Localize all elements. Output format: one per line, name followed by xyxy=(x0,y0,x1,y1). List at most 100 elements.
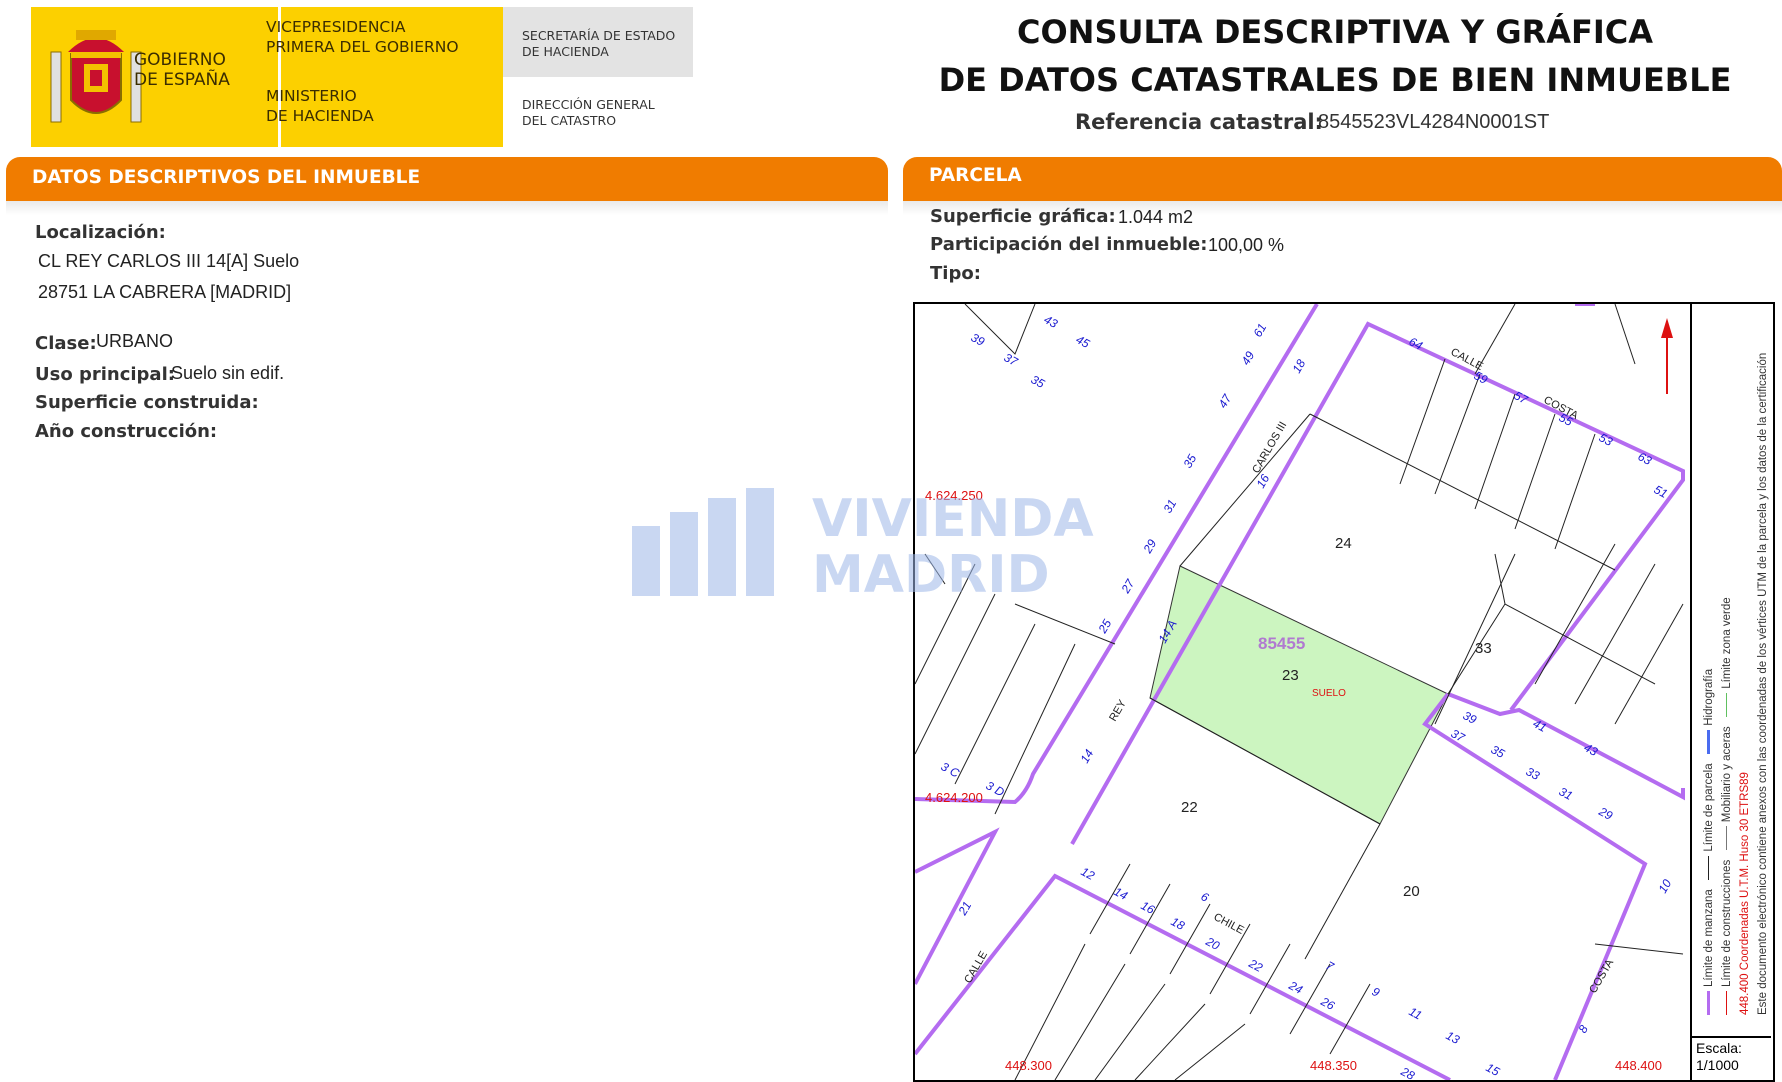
legend-item: Límite de manzana xyxy=(1703,889,1715,987)
street-number: 59 xyxy=(1472,368,1491,387)
participacion-label: Participación del inmueble: xyxy=(930,234,1208,255)
street-number: 33 xyxy=(1524,764,1543,783)
street-name: REY xyxy=(1107,697,1129,723)
legend-item: Hidrografía xyxy=(1703,668,1715,726)
coordinate-x-label: 448.300 xyxy=(1005,1058,1052,1073)
section-shadow xyxy=(6,201,888,215)
uso-principal-label: Uso principal: xyxy=(35,364,175,385)
street-number: 35 xyxy=(1180,452,1199,471)
vivienda-madrid-watermark: VIVIENDA MADRID xyxy=(632,488,1094,596)
street-number: 18 xyxy=(1169,914,1188,933)
scale-box: Escala: 1/1000 xyxy=(1690,1036,1771,1080)
legend-item: Límite de parcela xyxy=(1703,763,1715,852)
parcel-label: 24 xyxy=(1335,535,1352,552)
street-number: 49 xyxy=(1238,349,1257,368)
vicepresidencia-text: VICEPRESIDENCIA PRIMERA DEL GOBIERNO xyxy=(266,18,459,56)
street-number: 14 xyxy=(1112,884,1131,903)
localizacion-label: Localización: xyxy=(35,222,166,243)
street-name: COSTA xyxy=(1587,957,1616,996)
street-number: 15 xyxy=(1484,1060,1503,1079)
street-number: 39 xyxy=(1461,708,1480,727)
street-number: 11 xyxy=(1407,1004,1425,1022)
referencia-catastral-label: Referencia catastral: xyxy=(1075,110,1323,134)
legend-separator xyxy=(1690,302,1692,1080)
page-title: CONSULTA DESCRIPTIVA Y GRÁFICA DE DATOS … xyxy=(938,13,1732,99)
street-number: 14 xyxy=(1077,747,1096,766)
block-boundary xyxy=(1447,692,1685,801)
street-name: CARLOS III xyxy=(1250,420,1289,476)
block-boundary xyxy=(1422,692,1648,1080)
participacion-value: 100,00 % xyxy=(1208,235,1285,255)
parcel-reference: 85455 xyxy=(1258,634,1305,653)
gobierno-de-espana-text: GOBIERNO DE ESPAÑA xyxy=(134,50,230,90)
parcel-label: 20 xyxy=(1403,883,1420,900)
street-number: 8 xyxy=(1575,1022,1591,1035)
street-number: 20 xyxy=(1203,934,1223,953)
north-arrow-icon xyxy=(1661,318,1673,394)
legend-item: Límite zona verde xyxy=(1721,597,1733,689)
clase-label: Clase: xyxy=(35,333,97,354)
coordinate-x-label: 448.400 xyxy=(1615,1058,1662,1073)
parcel-label: 23 xyxy=(1282,667,1299,684)
uso-principal-value: Suelo sin edif. xyxy=(171,363,285,383)
street-number: 29 xyxy=(1596,804,1616,823)
street-name: CALLE xyxy=(962,949,990,985)
coordinate-y-label: 4.624.200 xyxy=(925,790,983,805)
direccion-catastro-text: DIRECCIÓN GENERAL DEL CATASTRO xyxy=(522,97,655,128)
map-legend: Límite de manzana Límite de parcela Hidr… xyxy=(1700,315,1772,1015)
street-number: 35 xyxy=(1029,372,1048,391)
street-number: 31 xyxy=(1557,784,1575,803)
secretaria-text: SECRETARÍA DE ESTADO DE HACIENDA xyxy=(522,28,676,59)
street-number: 12 xyxy=(1079,864,1098,883)
parcel-label: 22 xyxy=(1181,799,1198,816)
street-number: 45 xyxy=(1074,332,1093,351)
address-line-1: CL REY CARLOS III 14[A] Suelo xyxy=(38,251,300,271)
watermark-line-2: MADRID xyxy=(812,545,1050,596)
ministerio-text: MINISTERIO DE HACIENDA xyxy=(266,87,374,125)
datos-descriptivos-header: DATOS DESCRIPTIVOS DEL INMUEBLE xyxy=(6,157,888,201)
street-number: 61 xyxy=(1250,321,1269,340)
highlighted-parcel xyxy=(1149,565,1449,825)
parcel-label: 33 xyxy=(1475,640,1492,657)
street-name: CHILE xyxy=(1212,911,1246,937)
street-number: 9 xyxy=(1370,984,1383,1000)
street-number: 26 xyxy=(1318,994,1338,1013)
watermark-line-1: VIVIENDA xyxy=(812,489,1094,549)
cadastral-map: 24 33 23 22 20 85455 SUELO 4.624.250 4.6… xyxy=(913,302,1775,1082)
street-number: 6 xyxy=(1199,889,1212,905)
legend-coordinates-note: 448.400 Coordenadas U.T.M. Huso 30 ETRS8… xyxy=(1739,772,1751,1015)
parcela-header: PARCELA xyxy=(903,157,1782,201)
referencia-catastral-value: 8545523VL4284N0001ST xyxy=(1318,111,1550,133)
street-number: 28 xyxy=(1398,1064,1418,1080)
superficie-grafica-label: Superficie gráfica: xyxy=(930,206,1116,227)
street-number: 18 xyxy=(1289,357,1308,376)
street-number: 24 xyxy=(1286,978,1306,997)
street-number: 37 xyxy=(1002,350,1022,369)
superficie-grafica-value: 1.044 m2 xyxy=(1118,207,1194,227)
street-number: 47 xyxy=(1215,391,1234,411)
anio-construccion-label: Año construcción: xyxy=(35,421,218,442)
street-number: 31 xyxy=(1160,497,1179,516)
coordinate-x-label: 448.350 xyxy=(1310,1058,1357,1073)
legend-item: Límite de construcciones xyxy=(1721,859,1733,987)
street-number: 25 xyxy=(1095,617,1114,637)
legend-row: Límite de manzana Límite de parcela Hidr… xyxy=(1700,315,1718,1015)
street-number: 16 xyxy=(1139,898,1158,917)
map-drawing: 24 33 23 22 20 85455 SUELO 4.624.250 4.6… xyxy=(915,304,1685,1080)
legend-row: Límite de construcciones Mobiliario y ac… xyxy=(1718,315,1736,1015)
suelo-label: SUELO xyxy=(1312,688,1346,699)
block-boundary xyxy=(915,873,1451,1080)
street-number: 10 xyxy=(1655,877,1674,896)
scale-label: Escala: xyxy=(1696,1040,1742,1056)
coat-of-arms-icon xyxy=(50,30,142,123)
tipo-label: Tipo: xyxy=(930,263,981,284)
scale-value: 1/1000 xyxy=(1696,1057,1739,1073)
street-number: 13 xyxy=(1444,1028,1463,1047)
superficie-construida-label: Superficie construida: xyxy=(35,392,259,413)
legend-document-note: Este documento electrónico contiene anex… xyxy=(1757,352,1769,1015)
street-number: 43 xyxy=(1042,312,1061,331)
street-number: 35 xyxy=(1489,742,1508,761)
street-number: 16 xyxy=(1253,472,1272,491)
address-line-2: 28751 LA CABRERA [MADRID] xyxy=(38,282,292,302)
street-number: 22 xyxy=(1246,956,1266,975)
